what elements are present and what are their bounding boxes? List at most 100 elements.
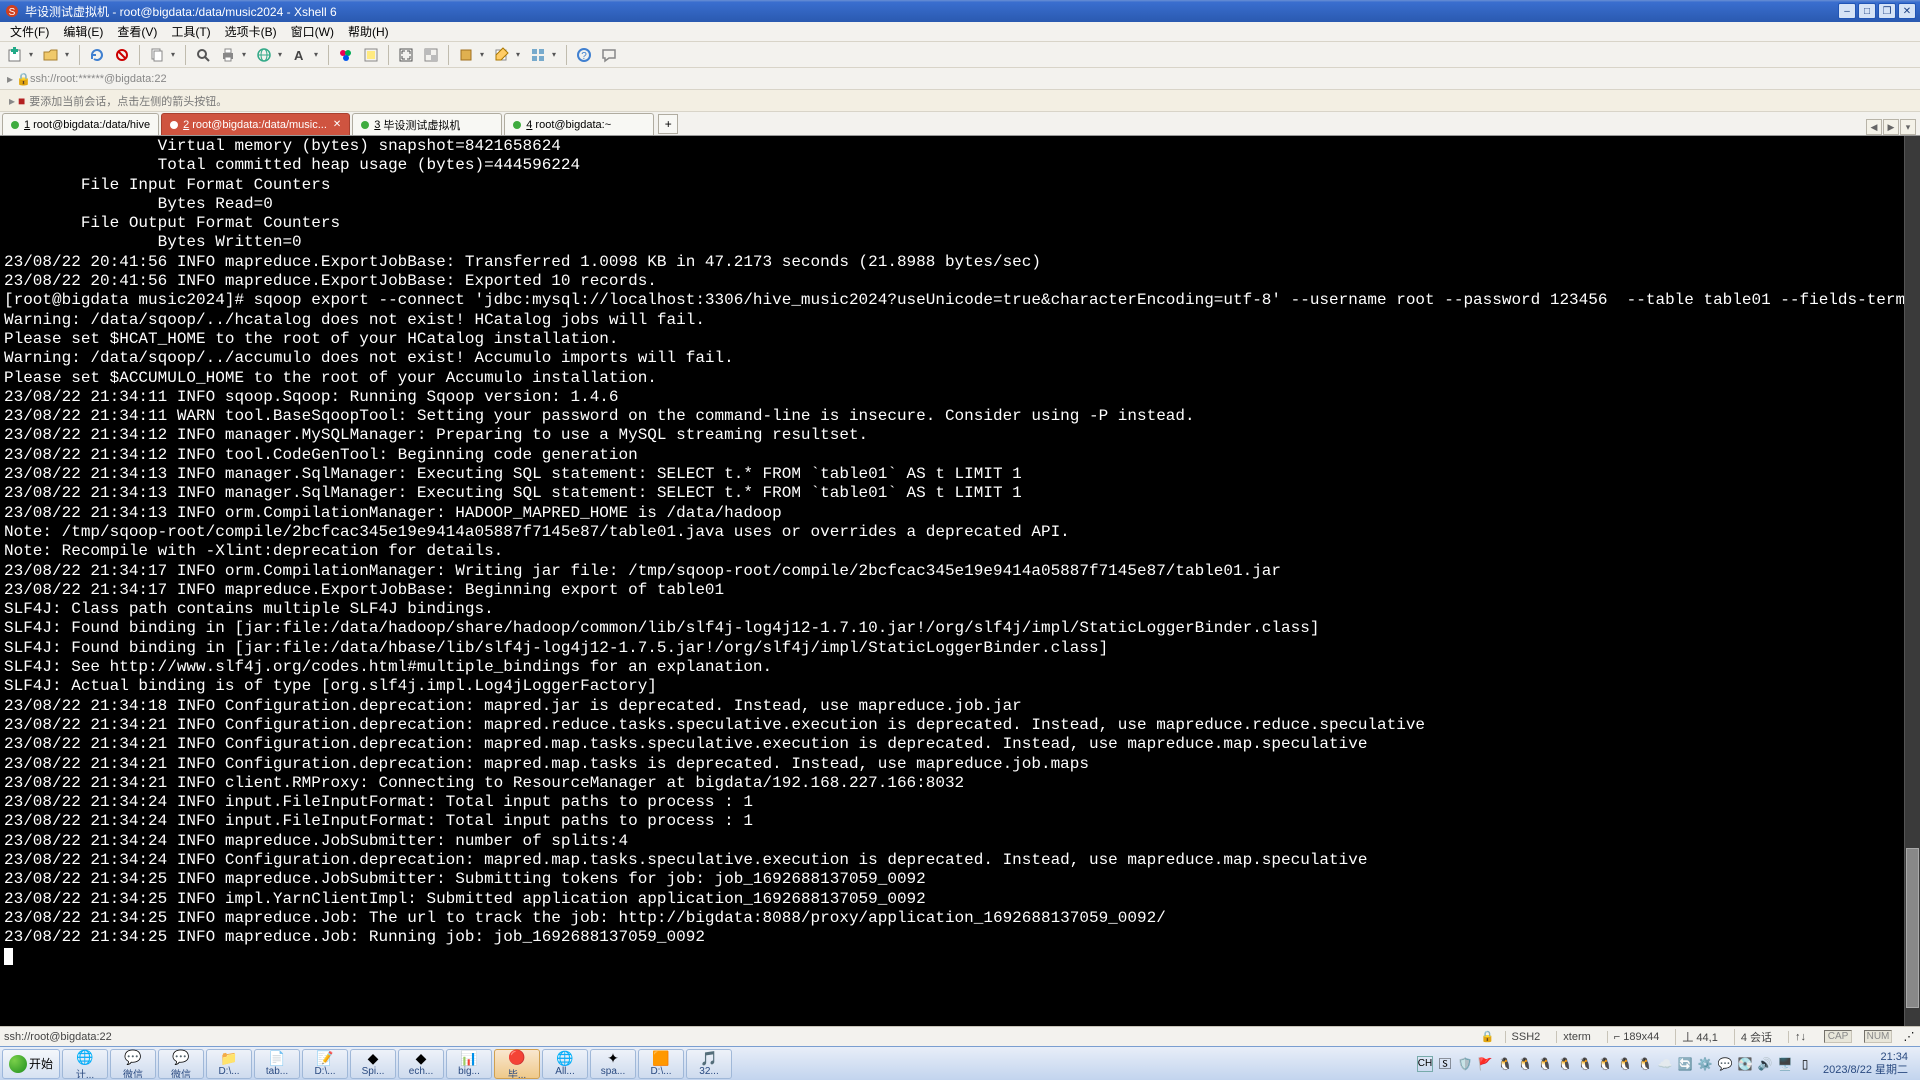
color-button[interactable] (335, 44, 357, 66)
menu-tools[interactable]: 工具(T) (165, 22, 216, 41)
taskbar-app-label: D:\... (314, 1066, 335, 1077)
session-tab-3[interactable]: 3 毕设测试虚拟机 (352, 113, 502, 135)
tray-chat-icon[interactable]: 💬 (1717, 1056, 1733, 1072)
close-tab-icon[interactable]: ✕ (327, 119, 341, 130)
tile-button[interactable] (527, 44, 549, 66)
taskbar-item[interactable]: 💬微信 (158, 1049, 204, 1079)
clock-time: 21:34 (1823, 1051, 1908, 1064)
taskbar-item[interactable]: 📄tab... (254, 1049, 300, 1079)
tray-qq8-icon[interactable]: 🐧 (1637, 1056, 1653, 1072)
web-button[interactable] (253, 44, 275, 66)
tray-qq5-icon[interactable]: 🐧 (1577, 1056, 1593, 1072)
tab-scroll-left[interactable]: ◀ (1866, 119, 1882, 135)
taskbar-item[interactable]: 🌐All... (542, 1049, 588, 1079)
window-titlebar: S 毕设测试虚拟机 - root@bigdata:/data/music2024… (0, 0, 1920, 22)
tray-qq3-icon[interactable]: 🐧 (1537, 1056, 1553, 1072)
taskbar-item[interactable]: 📝D:\... (302, 1049, 348, 1079)
tray-qq2-icon[interactable]: 🐧 (1517, 1056, 1533, 1072)
taskbar-app-label: 微信 (123, 1066, 143, 1078)
address-text[interactable]: ssh://root:******@bigdata:22 (30, 73, 167, 85)
taskbar-item[interactable]: 💬微信 (110, 1049, 156, 1079)
svg-text:A: A (294, 48, 304, 63)
chat-button[interactable] (598, 44, 620, 66)
tray-gear-icon[interactable]: ⚙️ (1697, 1056, 1713, 1072)
menu-edit[interactable]: 编辑(E) (57, 22, 109, 41)
status-sessions: 4 会话 (1734, 1029, 1778, 1045)
tray-volume-icon[interactable]: 🔊 (1757, 1056, 1773, 1072)
status-bar: ssh://root@bigdata:22 🔒 SSH2 xterm ⌐ 189… (0, 1026, 1920, 1046)
compose-button[interactable] (491, 44, 513, 66)
taskbar-app-label: D:\... (218, 1066, 239, 1077)
session-tab-2[interactable]: 2 root@bigdata:/data/music... ✕ (161, 113, 350, 135)
start-label: 开始 (29, 1055, 53, 1072)
hint-bar: ▸ ■ 要添加当前会话，点击左侧的箭头按钮。 (0, 90, 1920, 112)
status-size: ⌐ 189x44 (1607, 1031, 1666, 1043)
scrollbar-thumb[interactable] (1906, 848, 1919, 1008)
tray-disk-icon[interactable]: 💽 (1737, 1056, 1753, 1072)
minimize-button[interactable]: – (1838, 3, 1856, 19)
tray-ime-icon[interactable]: 🅂 (1437, 1056, 1453, 1072)
fullscreen-button[interactable] (395, 44, 417, 66)
tray-network-icon[interactable]: 🖥️ (1777, 1056, 1793, 1072)
taskbar-item[interactable]: ◆ech... (398, 1049, 444, 1079)
tray-sync-icon[interactable]: 🔄 (1677, 1056, 1693, 1072)
add-tab-button[interactable]: + (658, 114, 678, 134)
bookmark-button[interactable] (455, 44, 477, 66)
tray-cloud-icon[interactable]: ☁️ (1657, 1056, 1673, 1072)
font-button[interactable]: A (289, 44, 311, 66)
taskbar-app-label: 32... (699, 1066, 718, 1077)
menu-window[interactable]: 窗口(W) (285, 22, 340, 41)
highlight-button[interactable] (360, 44, 382, 66)
ssh-indicator-icon: 🔒 (1481, 1030, 1495, 1043)
taskbar-app-icon: 🔴 (508, 1050, 525, 1066)
taskbar-app-icon: ◆ (368, 1050, 379, 1066)
hint-arrow-icon[interactable]: ▸ (6, 94, 18, 108)
taskbar-app-label: spa... (601, 1066, 625, 1077)
tray-qq6-icon[interactable]: 🐧 (1597, 1056, 1613, 1072)
open-button[interactable] (40, 44, 62, 66)
session-tab-1[interactable]: 1 root@bigdata:/data/hive (2, 113, 159, 135)
session-tab-4[interactable]: 4 root@bigdata:~ (504, 113, 654, 135)
disconnect-button[interactable] (111, 44, 133, 66)
tray-battery-icon[interactable]: ▯ (1797, 1056, 1813, 1072)
start-button[interactable]: 开始 (2, 1049, 60, 1079)
new-session-button[interactable] (4, 44, 26, 66)
taskbar-item[interactable]: 🟧D:\... (638, 1049, 684, 1079)
taskbar-item[interactable]: 🔴毕... (494, 1049, 540, 1079)
taskbar-item[interactable]: ✦spa... (590, 1049, 636, 1079)
help-button[interactable]: ? (573, 44, 595, 66)
lang-indicator[interactable]: CH (1417, 1056, 1433, 1072)
menu-view[interactable]: 查看(V) (111, 22, 163, 41)
close-button[interactable]: ✕ (1898, 3, 1916, 19)
restore-button[interactable]: ❐ (1878, 3, 1896, 19)
taskbar-item[interactable]: 🎵32... (686, 1049, 732, 1079)
tab-scroll-right[interactable]: ▶ (1883, 119, 1899, 135)
tray-qq4-icon[interactable]: 🐧 (1557, 1056, 1573, 1072)
menu-help[interactable]: 帮助(H) (342, 22, 395, 41)
tray-qq1-icon[interactable]: 🐧 (1497, 1056, 1513, 1072)
terminal-scrollbar[interactable] (1904, 136, 1920, 1026)
tab-list-button[interactable]: ▾ (1900, 119, 1916, 135)
taskbar-app-icon: 📄 (268, 1050, 285, 1066)
tab-number: 3 (374, 119, 380, 131)
session-tabs: 1 root@bigdata:/data/hive 2 root@bigdata… (0, 112, 1920, 136)
maximize-button[interactable]: □ (1858, 3, 1876, 19)
find-button[interactable] (192, 44, 214, 66)
tray-shield-icon[interactable]: 🛡️ (1457, 1056, 1473, 1072)
transparent-button[interactable] (420, 44, 442, 66)
menu-tab[interactable]: 选项卡(B) (219, 22, 283, 41)
print-button[interactable] (217, 44, 239, 66)
taskbar-item[interactable]: 📊big... (446, 1049, 492, 1079)
addr-arrow-icon[interactable]: ▸ (4, 72, 16, 86)
taskbar-item[interactable]: 📁D:\... (206, 1049, 252, 1079)
taskbar-item[interactable]: 🌐计... (62, 1049, 108, 1079)
reconnect-button[interactable] (86, 44, 108, 66)
tray-qq7-icon[interactable]: 🐧 (1617, 1056, 1633, 1072)
tab-number: 4 (526, 119, 532, 131)
taskbar-item[interactable]: ◆Spi... (350, 1049, 396, 1079)
terminal-output[interactable]: Virtual memory (bytes) snapshot=84216586… (0, 136, 1920, 1026)
tray-flag-icon[interactable]: 🚩 (1477, 1056, 1493, 1072)
copy-button[interactable] (146, 44, 168, 66)
taskbar-clock[interactable]: 21:34 2023/8/22 星期二 (1817, 1051, 1914, 1077)
menu-file[interactable]: 文件(F) (4, 22, 55, 41)
